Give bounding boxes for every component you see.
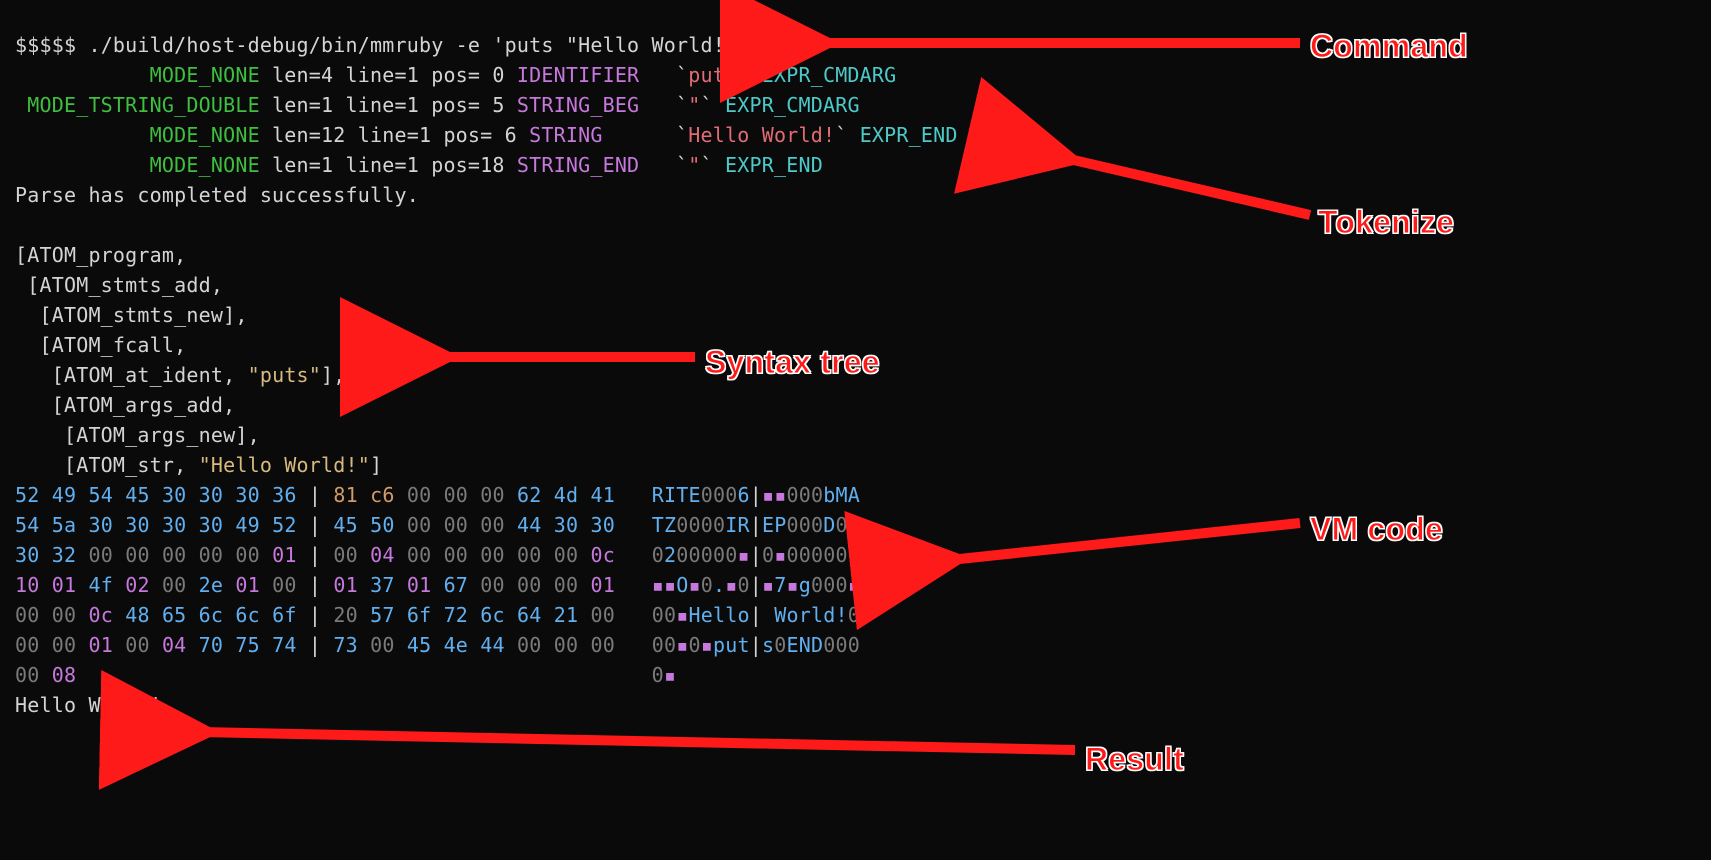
label-syntaxtree: Syntax tree: [705, 338, 880, 386]
token-line: MODE_NONE len=12 line=1 pos= 6 STRING `H…: [15, 120, 1711, 150]
hexdump-line: 00 00 0c 48 65 6c 6c 6f | 20 57 6f 72 6c…: [15, 600, 1711, 630]
syntax-tree-line: [ATOM_str, "Hello World!"]: [15, 450, 1711, 480]
token-line: MODE_TSTRING_DOUBLE len=1 line=1 pos= 5 …: [15, 90, 1711, 120]
hexdump-line: 00 00 01 00 04 70 75 74 | 73 00 45 4e 44…: [15, 630, 1711, 660]
hexdump-line: 52 49 54 45 30 30 30 36 | 81 c6 00 00 00…: [15, 480, 1711, 510]
label-vmcode: VM code: [1310, 505, 1443, 553]
hexdump-line: 00 08 0▪: [15, 660, 1711, 690]
syntax-tree-line: [ATOM_args_new],: [15, 420, 1711, 450]
syntax-tree-line: [ATOM_stmts_new],: [15, 300, 1711, 330]
syntax-tree-line: [ATOM_program,: [15, 240, 1711, 270]
result-line: Hello World!: [15, 690, 1711, 720]
parse-status: Parse has completed successfully.: [15, 180, 1711, 210]
label-tokenize: Tokenize: [1318, 198, 1454, 246]
syntax-tree-line: [ATOM_args_add,: [15, 390, 1711, 420]
token-line: MODE_NONE len=1 line=1 pos=18 STRING_END…: [15, 150, 1711, 180]
hexdump-line: 10 01 4f 02 00 2e 01 00 | 01 37 01 67 00…: [15, 570, 1711, 600]
label-result: Result: [1085, 735, 1184, 783]
hexdump-line: 30 32 00 00 00 00 00 01 | 00 04 00 00 00…: [15, 540, 1711, 570]
syntax-tree-line: [ATOM_stmts_add,: [15, 270, 1711, 300]
arrow-result: [190, 720, 1090, 778]
hexdump-line: 54 5a 30 30 30 30 49 52 | 45 50 00 00 00…: [15, 510, 1711, 540]
label-command: Command: [1310, 22, 1468, 70]
